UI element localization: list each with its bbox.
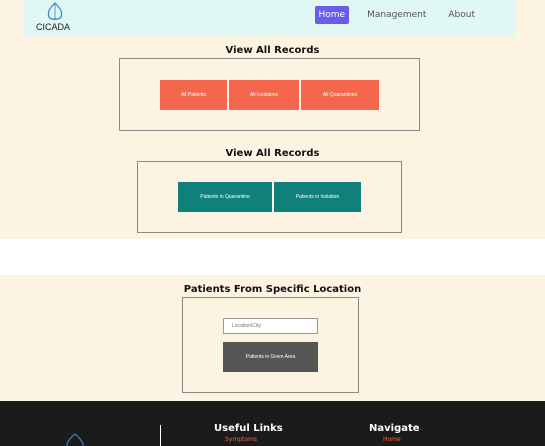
navbar: CICADA Home Management About: [24, 0, 515, 36]
patients-isolation-button[interactable]: Patients in Isolation: [274, 182, 361, 212]
useful-links-heading: Useful Links: [214, 423, 283, 434]
nav-links: Home Management About: [314, 6, 479, 24]
all-patients-button[interactable]: All Patients: [160, 80, 227, 110]
navigate-heading: Navigate: [369, 423, 420, 434]
footer-logo-icon: [66, 433, 84, 446]
records-title-2: View All Records: [225, 148, 320, 159]
nav-about[interactable]: About: [444, 7, 479, 23]
location-title: Patients From Specific Location: [183, 284, 362, 295]
patients-quarantine-button[interactable]: Patients in Quarantine: [178, 182, 272, 212]
logo[interactable]: CICADA: [36, 2, 76, 34]
footer: Useful Links Symptoms Navigate Home: [0, 401, 545, 446]
patients-area-button[interactable]: Patients in Given Area: [223, 342, 318, 372]
footer-divider: [160, 425, 161, 446]
footer-home-link[interactable]: Home: [383, 436, 401, 443]
nav-management[interactable]: Management: [363, 7, 430, 23]
all-quarantines-button[interactable]: All Quarantines: [301, 80, 379, 110]
location-input[interactable]: [223, 318, 318, 334]
cicada-logo-icon: [47, 2, 63, 20]
logo-text: CICADA: [36, 22, 71, 32]
symptoms-link[interactable]: Symptoms: [225, 436, 257, 443]
records-title: View All Records: [225, 45, 320, 56]
all-isolations-button[interactable]: All Isolations: [229, 80, 299, 110]
nav-home[interactable]: Home: [314, 6, 350, 24]
